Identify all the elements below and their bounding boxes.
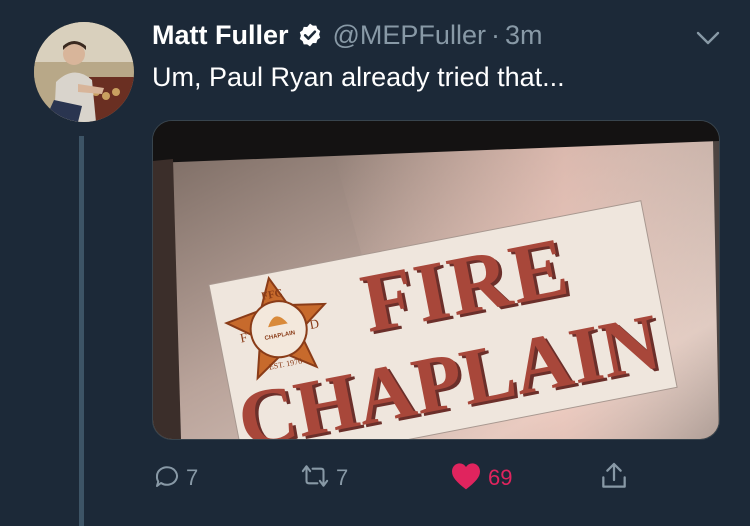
separator-dot: · xyxy=(490,19,500,50)
tweet-media-image[interactable]: FFC F D CHAPLAIN EST. 1976 FIRE FIRE CHA… xyxy=(152,120,720,440)
like-count: 69 xyxy=(488,465,513,490)
heart-icon xyxy=(450,461,482,496)
chevron-down-icon[interactable] xyxy=(694,24,722,52)
display-name[interactable]: Matt Fuller xyxy=(152,20,289,51)
user-handle[interactable]: @MEPFuller xyxy=(333,20,486,51)
avatar[interactable] xyxy=(34,22,134,122)
tweet-actions: 7 7 69 xyxy=(152,458,652,498)
tweet-header: Matt Fuller @MEPFuller · 3m xyxy=(152,18,542,52)
timestamp[interactable]: 3m xyxy=(505,20,543,51)
reply-icon xyxy=(152,461,182,496)
like-button[interactable]: 69 xyxy=(450,458,512,498)
retweet-button[interactable]: 7 xyxy=(298,458,348,498)
avatar-photo xyxy=(34,22,134,122)
share-icon xyxy=(598,460,630,497)
tweet-text: Um, Paul Ryan already tried that... xyxy=(152,62,565,92)
thread-line xyxy=(79,136,84,526)
retweet-count: 7 xyxy=(336,465,349,490)
retweet-icon xyxy=(298,461,332,496)
reply-count: 7 xyxy=(186,465,199,490)
share-button[interactable] xyxy=(598,458,630,498)
fire-chaplain-sign-photo: FFC F D CHAPLAIN EST. 1976 FIRE FIRE CHA… xyxy=(153,121,719,439)
reply-button[interactable]: 7 xyxy=(152,458,198,498)
verified-badge-icon xyxy=(297,22,323,48)
